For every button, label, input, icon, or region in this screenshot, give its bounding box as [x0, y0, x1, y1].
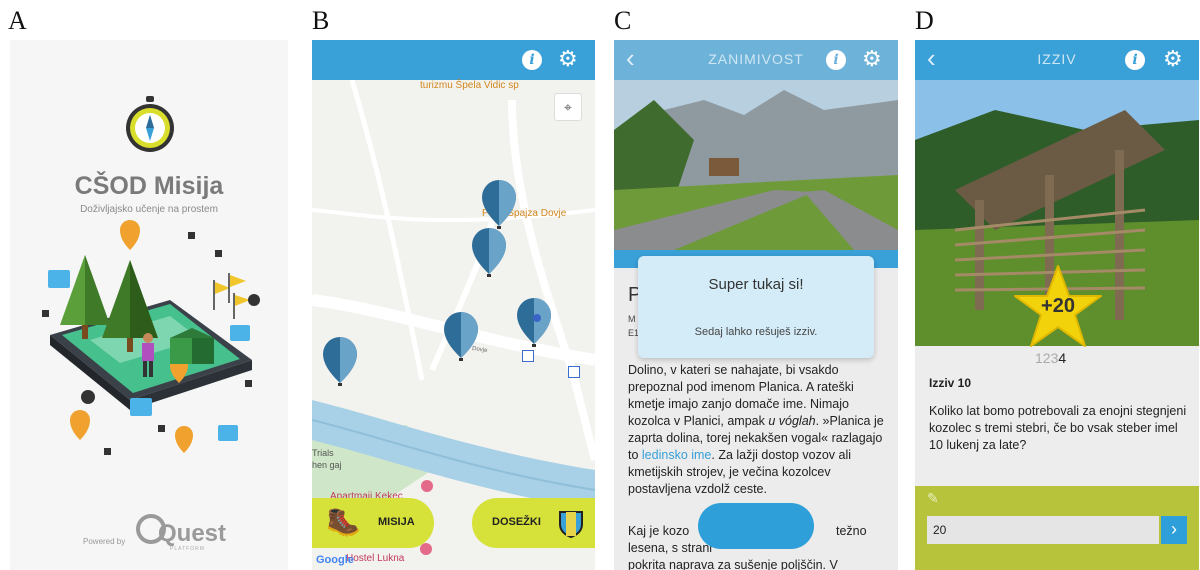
modal-text: Sedaj lahko rešuješ izziv. [694, 326, 818, 338]
ledinsko-ime-link[interactable]: ledinsko ime [642, 448, 711, 462]
settings-gear-icon[interactable]: ⚙ [558, 48, 578, 70]
points-value: +20 [1041, 295, 1075, 317]
body-text-4b: težno [836, 524, 867, 538]
poi-label-trials: Trials [312, 448, 334, 458]
body-text-4c: lesena, s strani [628, 541, 713, 555]
map-pin-marker[interactable] [517, 298, 551, 350]
dosezki-label: DOSEŽKI [492, 516, 541, 528]
powered-by-label: Powered by [83, 537, 126, 546]
detail-body-text: Dolino, v kateri se nahajate, bi vsakdo … [628, 362, 890, 498]
map-pin-marker[interactable] [444, 312, 478, 364]
map-pin-marker[interactable] [482, 180, 516, 232]
info-icon[interactable]: i [522, 50, 542, 70]
pager-item[interactable]: 2 [1043, 350, 1051, 366]
body-italic: u vóglah [768, 414, 816, 428]
compass-icon [126, 96, 174, 152]
body-text-4a: Kaj je kozo [628, 524, 690, 538]
lodging-pin-icon [421, 480, 433, 492]
misija-button[interactable]: 🥾 MISIJA [312, 498, 434, 548]
answer-input[interactable]: 20 [927, 516, 1159, 544]
misija-label: MISIJA [378, 516, 415, 528]
interest-detail-screen: ‹ ZANIMIVOST i ⚙ P M E1 Dolino, v kateri… [614, 40, 898, 570]
lodging-pin-icon [420, 543, 432, 555]
map-topbar: i ⚙ [312, 40, 595, 80]
submit-arrow-button[interactable]: › [1161, 516, 1187, 544]
challenge-question: Koliko lat bomo potrebovali za enojni st… [929, 404, 1187, 452]
panel-label-a: A [8, 6, 27, 35]
shield-badge-icon [559, 511, 583, 538]
challenge-title: IZZIV [1037, 51, 1077, 67]
challenge-heading: Izziv 10 [929, 376, 972, 390]
panel-label-c: C [614, 6, 632, 35]
poi-label-gaj: hen gaj [312, 460, 342, 470]
detail-title: ZANIMIVOST [708, 51, 804, 67]
poi-label-turizmu: turizmu Špela Vidic sp [420, 80, 519, 91]
success-modal[interactable]: Super tukaj si! Sedaj lahko rešuješ izzi… [638, 256, 874, 358]
pencil-icon: ✎ [927, 490, 939, 506]
detail-meta-1: M [628, 314, 636, 324]
settings-gear-icon[interactable]: ⚙ [1163, 48, 1183, 70]
body-text-4d: pokrita naprava za sušenje poljščin. V [628, 558, 838, 570]
info-icon[interactable]: i [1125, 50, 1145, 70]
pager-item[interactable]: 1 [1035, 350, 1043, 366]
quest-brand: Quest [158, 520, 227, 547]
app-subtitle: Doživljajsko učenje na prostem [80, 204, 218, 215]
challenge-topbar: ‹ IZZIV i ⚙ [915, 40, 1199, 80]
challenge-pager: 1234 [1035, 350, 1066, 366]
pager-item-active[interactable]: 4 [1058, 350, 1066, 366]
bus-stop-icon [568, 366, 580, 378]
challenge-screen: ‹ IZZIV i ⚙ +20 1234 Izziv 10 Koliko lat… [915, 40, 1199, 570]
settings-gear-icon[interactable]: ⚙ [862, 48, 882, 70]
map-pin-marker[interactable] [472, 228, 506, 280]
google-logo: Google [316, 554, 354, 566]
dosezki-button[interactable]: DOSEŽKI [472, 498, 595, 548]
bus-stop-icon [522, 350, 534, 362]
panel-label-d: D [915, 6, 934, 35]
map-screen: i ⚙ turizmu Špela Vidic sp ⌖ P rija Špaj… [312, 40, 595, 570]
answer-panel: ✎ 20 › [915, 486, 1199, 570]
landscape-photo [614, 80, 898, 250]
locate-me-button[interactable]: ⌖ [554, 93, 582, 121]
quest-brand-sub: PLATFORM [170, 546, 205, 552]
poi-label-hostel: Hostel Lukna [346, 553, 405, 564]
floating-action-button[interactable] [698, 503, 814, 549]
info-icon[interactable]: i [826, 50, 846, 70]
splash-screen: CŠOD Misija Doživljajsko učenje na prost… [10, 40, 288, 570]
hiking-boot-icon: 🥾 [326, 506, 361, 537]
panel-label-b: B [312, 6, 330, 35]
modal-title: Super tukaj si! [708, 276, 804, 293]
map-pin-marker[interactable] [323, 337, 357, 389]
detail-topbar: ‹ ZANIMIVOST i ⚙ [614, 40, 898, 80]
illustration-phone-map [42, 220, 260, 455]
app-title: CŠOD Misija [74, 172, 224, 200]
